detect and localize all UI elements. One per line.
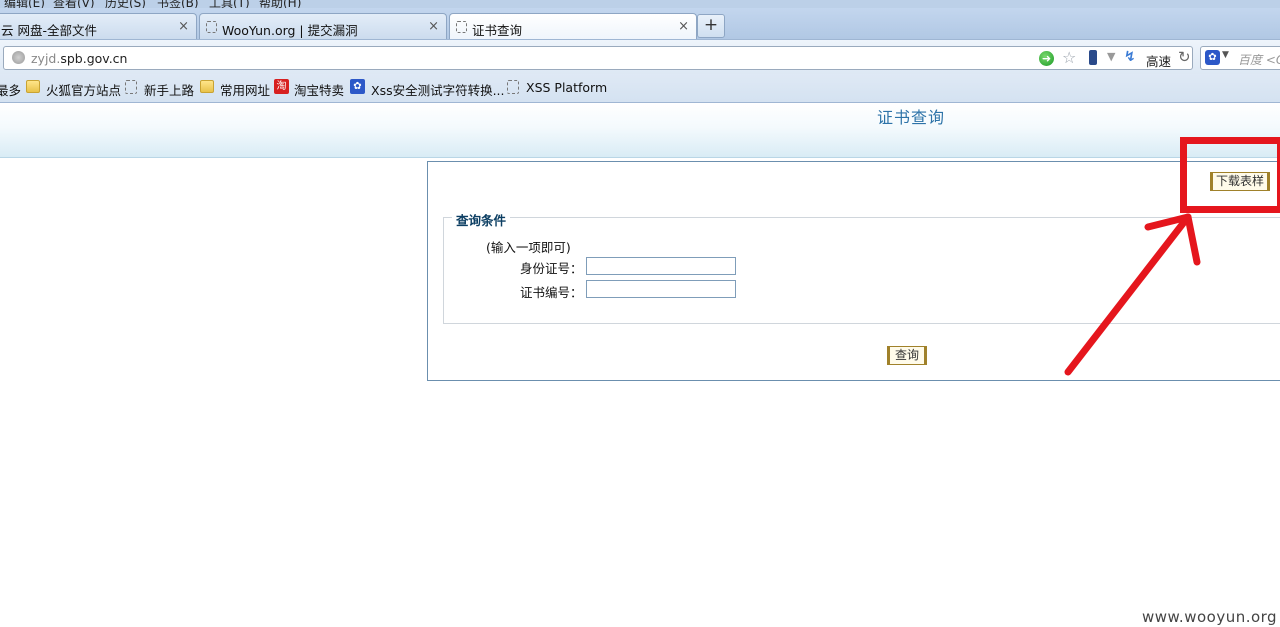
speed-mode-label[interactable]: 高速 [1146,51,1171,70]
baidu-paw-icon[interactable]: ✿ [1205,50,1220,65]
menu-view[interactable]: 查看(V) [53,0,95,8]
menu-bar: 编辑(E) 查看(V) 历史(S) 书签(B) 工具(T) 帮助(H) [0,0,1280,8]
menu-bookmarks[interactable]: 书签(B) [157,0,199,8]
query-button[interactable]: 查询 [887,346,927,365]
bookmark-xss-converter[interactable]: Xss安全测试字符转换... [371,80,505,99]
id-number-input[interactable] [586,257,736,275]
bookmark-most-visited[interactable]: 最多 [0,80,21,99]
speed-mode-icon[interactable]: ↯ [1124,49,1136,65]
query-conditions-legend: 查询条件 [452,210,511,229]
search-box[interactable]: ✿ ▼ 百度 <Ctrl+K> [1200,46,1280,70]
bookmark-star-icon[interactable]: ☆ [1062,48,1076,67]
close-icon[interactable]: × [428,19,439,34]
page-icon [206,21,217,33]
phone-icon[interactable] [1089,50,1097,65]
globe-icon [12,51,25,64]
tab-label: WooYun.org | 提交漏洞 [222,23,358,38]
bookmark-firefox-site[interactable]: 火狐官方站点 [46,80,121,99]
tab-wooyun[interactable]: WooYun.org | 提交漏洞 × [199,13,447,40]
menu-edit[interactable]: 编辑(E) [4,0,45,8]
tab-certificate-query[interactable]: 证书查询 × [449,13,697,41]
tab-label: 云 网盘-全部文件 [1,23,97,38]
search-placeholder[interactable]: 百度 <Ctrl+K> [1238,51,1280,68]
folder-icon [200,80,214,93]
tab-netdisk[interactable]: 云 网盘-全部文件 × [0,13,197,40]
paw-icon: ✿ [350,79,365,94]
taobao-icon: 淘 [274,79,289,94]
page-icon [125,80,137,94]
page-icon [456,21,467,33]
url-domain: spb.gov.cn [60,51,128,66]
folder-icon [26,80,40,93]
page-header-banner: 证书查询 [0,103,1280,158]
menu-history[interactable]: 历史(S) [105,0,146,8]
close-icon[interactable]: × [678,19,689,34]
address-bar[interactable]: zyjd.spb.gov.cn ➜ ☆ ▼ ↯ 高速 ↻ [3,46,1193,70]
dropdown-arrow-icon[interactable]: ▼ [1107,50,1115,63]
menu-tools[interactable]: 工具(T) [209,0,250,8]
bookmark-taobao[interactable]: 淘宝特卖 [294,80,344,99]
id-number-label: 身份证号： [520,261,583,276]
watermark: www.wooyun.org [1142,608,1278,626]
annotation-highlight-box [1180,137,1280,213]
annotation-arrow-icon [1064,213,1201,376]
address-text[interactable]: zyjd.spb.gov.cn [31,51,127,66]
go-arrow-icon[interactable]: ➜ [1039,51,1054,66]
menu-help[interactable]: 帮助(H) [259,0,301,8]
certificate-number-input[interactable] [586,280,736,298]
arrow-shaft [1064,213,1192,376]
new-tab-button[interactable]: + [697,14,725,38]
page-icon [507,80,519,94]
reload-icon[interactable]: ↻ [1178,48,1191,66]
input-hint: (输入一项即可) [486,240,571,255]
tab-label: 证书查询 [472,23,523,38]
bookmark-xss-platform[interactable]: XSS Platform [526,80,607,95]
bookmark-getting-started[interactable]: 新手上路 [144,80,194,99]
bookmarks-toolbar: 最多 火狐官方站点 新手上路 常用网址 淘 淘宝特卖 ✿ Xss安全测试字符转换… [0,74,1280,103]
navigation-bar: zyjd.spb.gov.cn ➜ ☆ ▼ ↯ 高速 ↻ ✿ ▼ 百度 <Ctr… [0,39,1280,75]
bookmark-common-sites[interactable]: 常用网址 [220,80,270,99]
url-subdomain: zyjd. [31,51,61,66]
close-icon[interactable]: × [178,19,189,34]
page-title: 证书查询 [877,108,946,127]
chevron-down-icon[interactable]: ▼ [1222,50,1229,60]
certificate-number-label: 证书编号： [520,285,583,300]
tab-strip: 云 网盘-全部文件 × WooYun.org | 提交漏洞 × 证书查询 × [0,8,1280,41]
